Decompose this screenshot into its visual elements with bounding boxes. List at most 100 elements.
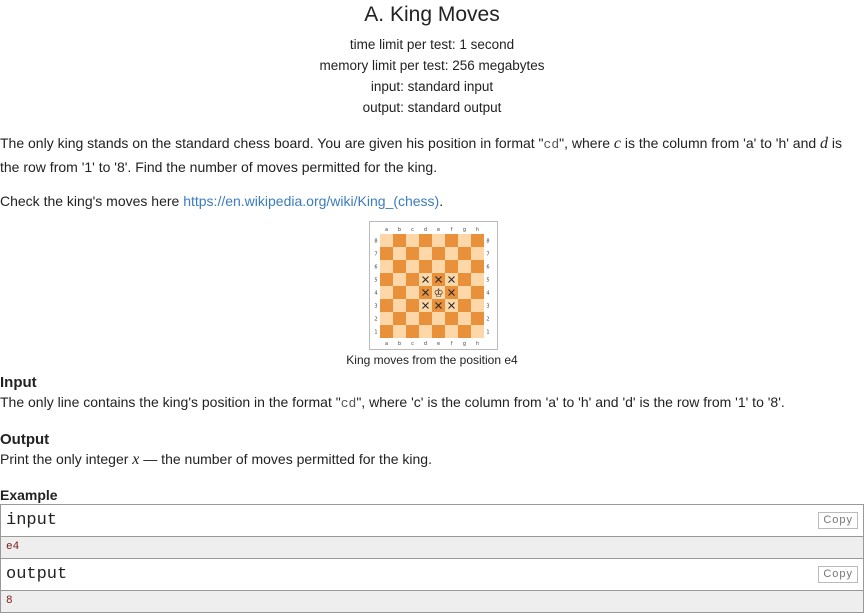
square-c2 xyxy=(406,312,419,325)
square-c8 xyxy=(406,234,419,247)
file-label-bottom-c: c xyxy=(411,341,414,347)
square-h8 xyxy=(471,234,484,247)
var-d: d xyxy=(820,135,829,152)
statement-paragraph-2: Check the king's moves here https://en.w… xyxy=(0,193,444,209)
square-c6 xyxy=(406,260,419,273)
example-output-label: output xyxy=(6,565,68,584)
square-d1 xyxy=(419,325,432,338)
square-g6 xyxy=(458,260,471,273)
square-d7 xyxy=(419,247,432,260)
square-b2 xyxy=(393,312,406,325)
square-a1 xyxy=(380,325,393,338)
square-b1 xyxy=(393,325,406,338)
statement-paragraph-1: The only king stands on the standard che… xyxy=(0,135,843,175)
file-label-top-h: h xyxy=(476,227,479,233)
square-f8 xyxy=(445,234,458,247)
square-g2 xyxy=(458,312,471,325)
copy-input-button[interactable]: Copy xyxy=(818,512,858,529)
file-label-bottom-a: a xyxy=(385,341,388,347)
output-section-text: Print the only integer x — the number of… xyxy=(0,451,432,468)
rank-label-left-8: 8 xyxy=(374,239,377,245)
file-label-bottom-h: h xyxy=(476,341,479,347)
square-d2 xyxy=(419,312,432,325)
file-label-bottom-f: f xyxy=(451,341,453,347)
file-label-top-e: e xyxy=(437,227,440,233)
rank-label-left-4: 4 xyxy=(374,291,377,297)
file-label-bottom-e: e xyxy=(437,341,440,347)
copy-output-button[interactable]: Copy xyxy=(818,566,858,583)
square-f7 xyxy=(445,247,458,260)
square-a3 xyxy=(380,299,393,312)
statement: The only king stands on the standard che… xyxy=(0,132,860,212)
code-cd: cd xyxy=(340,396,357,411)
square-b7 xyxy=(393,247,406,260)
code-cd: cd xyxy=(543,137,560,152)
rank-label-left-3: 3 xyxy=(374,304,377,310)
rank-label-left-6: 6 xyxy=(374,265,377,271)
input-spec: input: standard input xyxy=(370,79,494,94)
input-section-title: Input xyxy=(0,374,37,391)
file-label-bottom-d: d xyxy=(424,341,427,347)
square-f2 xyxy=(445,312,458,325)
rank-label-right-2: 2 xyxy=(486,317,489,323)
file-label-bottom-b: b xyxy=(398,341,401,347)
file-label-top-d: d xyxy=(424,227,427,233)
square-h5 xyxy=(471,273,484,286)
example-box: input Copy e4 output Copy 8 xyxy=(0,504,864,613)
rank-label-right-8: 8 xyxy=(486,239,489,245)
square-g3 xyxy=(458,299,471,312)
square-h1 xyxy=(471,325,484,338)
square-g4 xyxy=(458,286,471,299)
file-label-top-f: f xyxy=(451,227,453,233)
figure-caption: King moves from the position e4 xyxy=(346,353,518,367)
example-output-header: output Copy xyxy=(1,559,863,591)
rank-label-left-5: 5 xyxy=(374,278,377,284)
output-section-title: Output xyxy=(0,431,50,448)
limits-block: time limit per test: 1 second memory lim… xyxy=(0,34,864,118)
square-b4 xyxy=(393,286,406,299)
var-c: c xyxy=(613,135,622,152)
square-b3 xyxy=(393,299,406,312)
input-section: Input The only line contains the king's … xyxy=(0,374,860,415)
example-input-label: input xyxy=(6,511,58,530)
king-icon: ♔ xyxy=(434,287,444,300)
square-e8 xyxy=(432,234,445,247)
square-e6 xyxy=(432,260,445,273)
square-f1 xyxy=(445,325,458,338)
square-g7 xyxy=(458,247,471,260)
example-title: Example xyxy=(0,487,58,503)
square-e1 xyxy=(432,325,445,338)
square-a5 xyxy=(380,273,393,286)
rank-label-right-6: 6 xyxy=(486,265,489,271)
file-label-top-g: g xyxy=(463,227,466,233)
square-a4 xyxy=(380,286,393,299)
square-d6 xyxy=(419,260,432,273)
square-c4 xyxy=(406,286,419,299)
square-h4 xyxy=(471,286,484,299)
square-a6 xyxy=(380,260,393,273)
square-b6 xyxy=(393,260,406,273)
square-a8 xyxy=(380,234,393,247)
square-h3 xyxy=(471,299,484,312)
input-section-text: The only line contains the king's positi… xyxy=(0,394,785,411)
example-input-value: e4 xyxy=(1,537,863,559)
square-c1 xyxy=(406,325,419,338)
square-a7 xyxy=(380,247,393,260)
rank-label-left-2: 2 xyxy=(374,317,377,323)
wikipedia-link[interactable]: https://en.wikipedia.org/wiki/King_(ches… xyxy=(183,193,439,209)
time-limit: time limit per test: 1 second xyxy=(349,37,515,52)
file-label-top-b: b xyxy=(398,227,401,233)
problem-title: A. King Moves xyxy=(364,3,500,26)
rank-label-left-1: 1 xyxy=(374,330,377,336)
rank-label-right-4: 4 xyxy=(486,291,489,297)
square-c5 xyxy=(406,273,419,286)
square-c3 xyxy=(406,299,419,312)
square-e2 xyxy=(432,312,445,325)
square-g5 xyxy=(458,273,471,286)
example-output-value: 8 xyxy=(1,591,863,612)
square-h6 xyxy=(471,260,484,273)
square-e7 xyxy=(432,247,445,260)
rank-label-right-5: 5 xyxy=(486,278,489,284)
square-d8 xyxy=(419,234,432,247)
square-g8 xyxy=(458,234,471,247)
